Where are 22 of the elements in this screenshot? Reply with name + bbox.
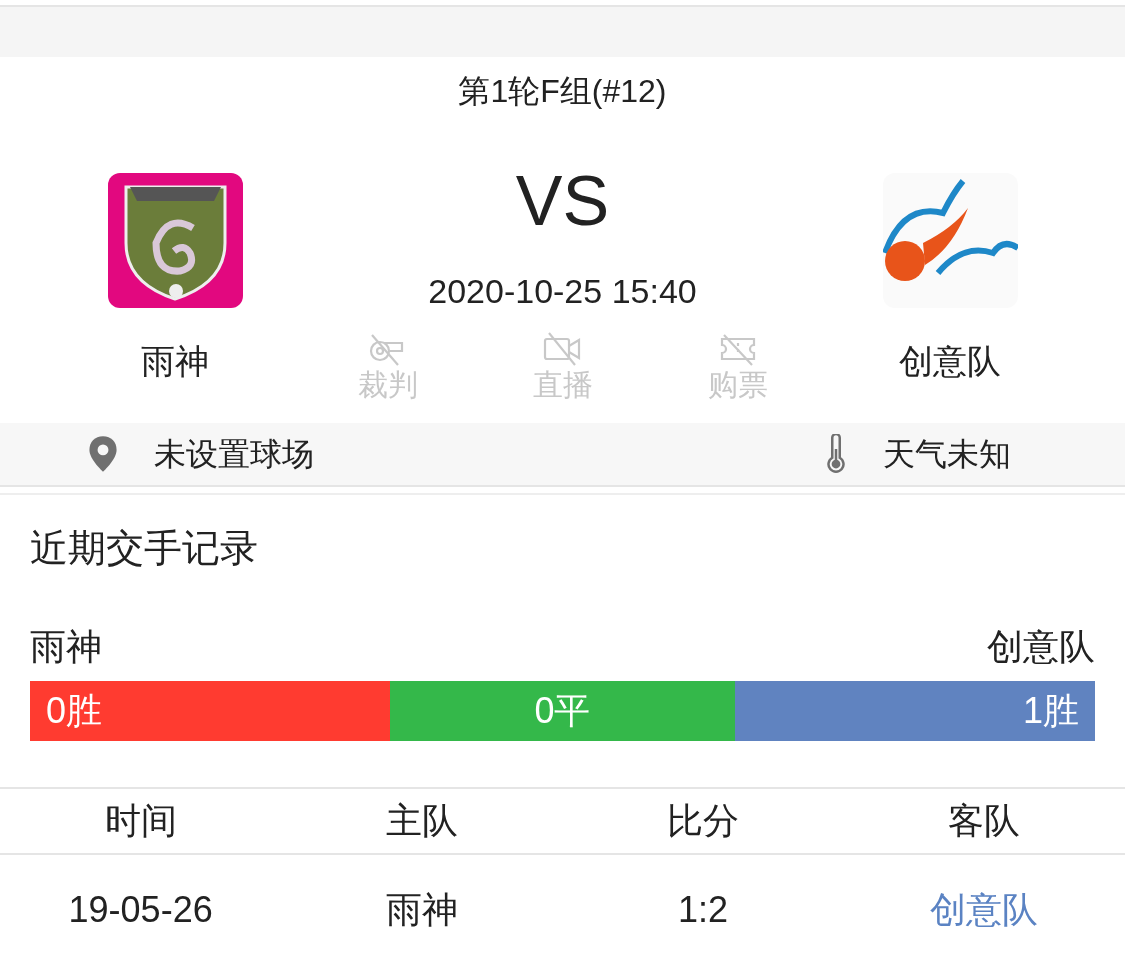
section-title: 近期交手记录 xyxy=(30,527,258,569)
table-cell-text: 创意队 xyxy=(930,888,1039,932)
column-header: 主队 xyxy=(385,799,458,843)
column-header: 时间 xyxy=(104,799,177,843)
versus-label: VS xyxy=(515,161,610,241)
record-bar-segment: 0胜 xyxy=(30,681,391,741)
match-datetime: 2020-10-25 15:40 xyxy=(428,271,697,311)
away-team-name: 创意队 xyxy=(987,625,1095,669)
away-team-name: 创意队 xyxy=(899,341,1001,382)
weather-label: 天气未知 xyxy=(883,435,1011,474)
column-header: 比分 xyxy=(667,799,740,843)
team-crest-icon xyxy=(107,173,243,308)
table-cell-text: 雨神 xyxy=(385,888,458,932)
column-header: 客队 xyxy=(948,799,1021,843)
table-cell-text: 19-05-26 xyxy=(68,888,213,932)
table-cell-text: 1:2 xyxy=(678,888,729,932)
venue-label: 未设置球场 xyxy=(154,435,314,474)
round-title: 第1轮F组(#12) xyxy=(458,72,667,111)
record-bar-segment: 0平 xyxy=(390,681,735,741)
home-team-name: 雨神 xyxy=(30,625,102,669)
record-bar-segment: 1胜 xyxy=(734,681,1095,741)
home-team-name: 雨神 xyxy=(141,341,209,382)
